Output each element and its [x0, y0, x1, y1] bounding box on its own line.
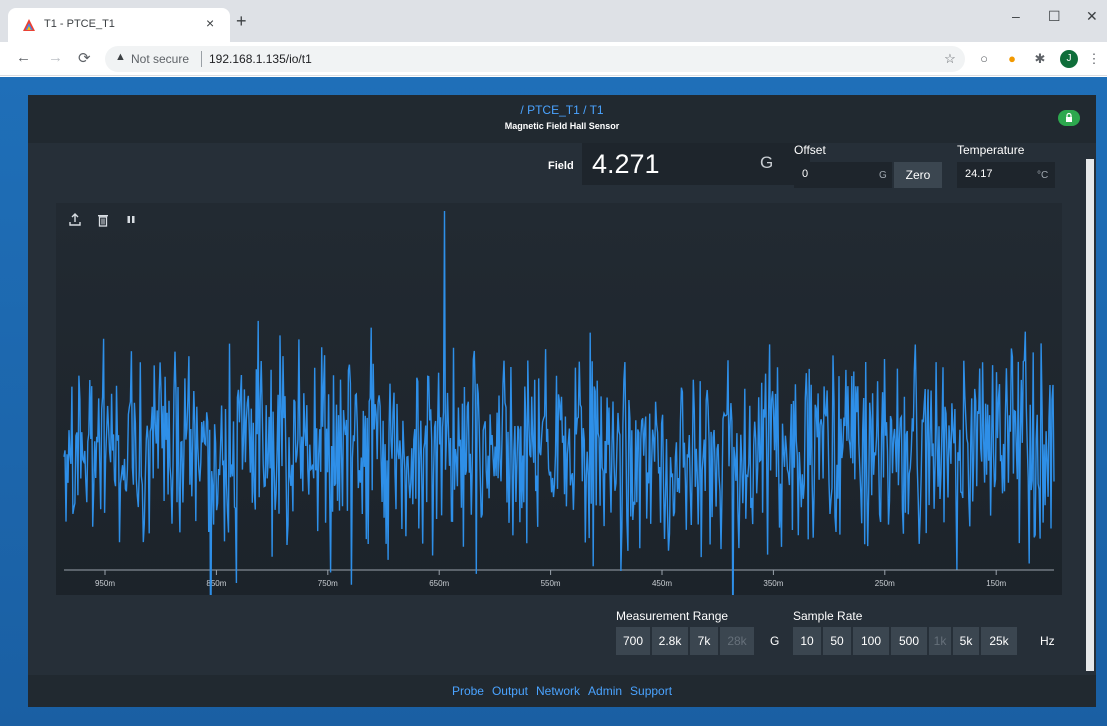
- url-text[interactable]: 192.168.1.135/io/t1: [209, 52, 312, 66]
- tab-title: T1 - PTCE_T1: [44, 18, 115, 30]
- field-series-line: [63, 210, 1055, 595]
- breadcrumb-separator: /: [520, 103, 524, 117]
- extension-circle-icon[interactable]: ○: [976, 51, 992, 67]
- sample-rate-option-25k[interactable]: 25k: [981, 627, 1017, 655]
- field-chart: 950m 850m 750m 650m 550m 450m 350m 250m 150m: [56, 203, 1062, 595]
- x-tick-label: 450m: [652, 579, 672, 588]
- measurement-range-option-700[interactable]: 700: [616, 627, 650, 655]
- field-value: 4.271: [592, 149, 660, 179]
- x-tick-label: 950m: [95, 579, 115, 588]
- zero-button[interactable]: Zero: [894, 162, 942, 188]
- minimize-icon[interactable]: –: [1012, 8, 1020, 24]
- footer-nav: Probe Output Network Admin Support: [28, 675, 1096, 707]
- sample-rate-option-1k: 1k: [929, 627, 951, 655]
- footer-link-admin[interactable]: Admin: [588, 675, 622, 707]
- sample-rate-unit: Hz: [1040, 634, 1055, 648]
- panel-header: / PTCE_T1 / T1 Magnetic Field Hall Senso…: [28, 95, 1096, 143]
- x-tick-label: 850m: [206, 579, 226, 588]
- address-separator: [201, 51, 202, 67]
- export-icon[interactable]: [68, 213, 82, 227]
- field-unit: G: [760, 153, 774, 172]
- measurement-range-unit: G: [770, 634, 780, 648]
- temperature-value: 24.17: [965, 168, 993, 180]
- extensions-puzzle-icon[interactable]: ✱: [1032, 51, 1048, 67]
- breadcrumb: / PTCE_T1 / T1: [28, 103, 1096, 117]
- bookmark-star-icon[interactable]: ☆: [942, 51, 958, 67]
- reload-icon[interactable]: ⟳: [78, 49, 91, 67]
- tab-close-icon[interactable]: ×: [206, 15, 214, 31]
- measurement-range-option-2.8k[interactable]: 2.8k: [652, 627, 688, 655]
- field-display: 4.271 G: [582, 143, 810, 185]
- measurement-range-option-28k: 28k: [720, 627, 754, 655]
- address-bar[interactable]: ▲ Not secure 192.168.1.135/io/t1: [105, 46, 965, 72]
- forward-icon[interactable]: →: [48, 49, 63, 66]
- sample-rate-label: Sample Rate: [793, 609, 863, 623]
- offset-field[interactable]: 0 G: [794, 162, 892, 188]
- page-subtitle: Magnetic Field Hall Sensor: [504, 121, 620, 131]
- browser-tab[interactable]: T1 - PTCE_T1 ×: [8, 8, 230, 42]
- sample-rate-option-100[interactable]: 100: [853, 627, 889, 655]
- lock-icon: [1066, 112, 1072, 122]
- profile-avatar[interactable]: J: [1060, 50, 1078, 68]
- browser-toolbar: ← → ⟳ ▲ Not secure 192.168.1.135/io/t1 ☆…: [0, 42, 1107, 76]
- extension-orange-icon[interactable]: ●: [1004, 51, 1020, 67]
- offset-label: Offset: [794, 143, 826, 157]
- x-tick-label: 350m: [763, 579, 783, 588]
- new-tab-icon[interactable]: +: [236, 12, 247, 30]
- footer-link-output[interactable]: Output: [492, 675, 528, 707]
- sample-rate-option-500[interactable]: 500: [891, 627, 927, 655]
- browser-menu-icon[interactable]: ⋮: [1086, 51, 1102, 67]
- temperature-unit: °C: [1037, 170, 1049, 181]
- footer-link-network[interactable]: Network: [536, 675, 580, 707]
- sample-rate-option-50[interactable]: 50: [823, 627, 851, 655]
- measurement-range-label: Measurement Range: [616, 609, 729, 623]
- x-tick-label: 550m: [541, 579, 561, 588]
- sample-rate-option-5k[interactable]: 5k: [953, 627, 979, 655]
- x-tick-label: 250m: [875, 579, 895, 588]
- footer-link-probe[interactable]: Probe: [452, 675, 484, 707]
- pause-icon[interactable]: [124, 213, 138, 227]
- breadcrumb-separator: /: [583, 103, 587, 117]
- x-tick-label: 150m: [986, 579, 1006, 588]
- offset-value[interactable]: 0: [802, 168, 808, 180]
- footer-link-support[interactable]: Support: [630, 675, 672, 707]
- maximize-icon[interactable]: ☐: [1048, 8, 1061, 25]
- breadcrumb-device[interactable]: PTCE_T1: [527, 103, 580, 117]
- sample-rate-option-10[interactable]: 10: [793, 627, 821, 655]
- browser-tabbar: T1 - PTCE_T1 × + – ☐ ✕: [0, 0, 1107, 42]
- chart-plot: 950m 850m 750m 650m 550m 450m 350m 250m 150m: [63, 210, 1055, 595]
- scrollbar[interactable]: [1086, 159, 1094, 671]
- breadcrumb-io[interactable]: T1: [590, 103, 604, 117]
- security-label[interactable]: Not secure: [131, 52, 189, 66]
- trash-icon[interactable]: [96, 213, 110, 227]
- x-tick-label: 750m: [318, 579, 338, 588]
- temperature-display: 24.17 °C: [957, 162, 1055, 188]
- field-label: Field: [548, 160, 574, 172]
- warning-icon[interactable]: ▲: [115, 51, 126, 63]
- app-favicon-icon: [23, 19, 35, 31]
- measurement-range-option-7k[interactable]: 7k: [690, 627, 718, 655]
- back-icon[interactable]: ←: [16, 49, 31, 66]
- lock-button[interactable]: [1058, 110, 1080, 126]
- sensor-panel: / PTCE_T1 / T1 Magnetic Field Hall Senso…: [28, 95, 1096, 707]
- window-close-icon[interactable]: ✕: [1086, 8, 1098, 25]
- offset-unit: G: [879, 170, 887, 181]
- temperature-label: Temperature: [957, 143, 1025, 157]
- x-tick-label: 650m: [429, 579, 449, 588]
